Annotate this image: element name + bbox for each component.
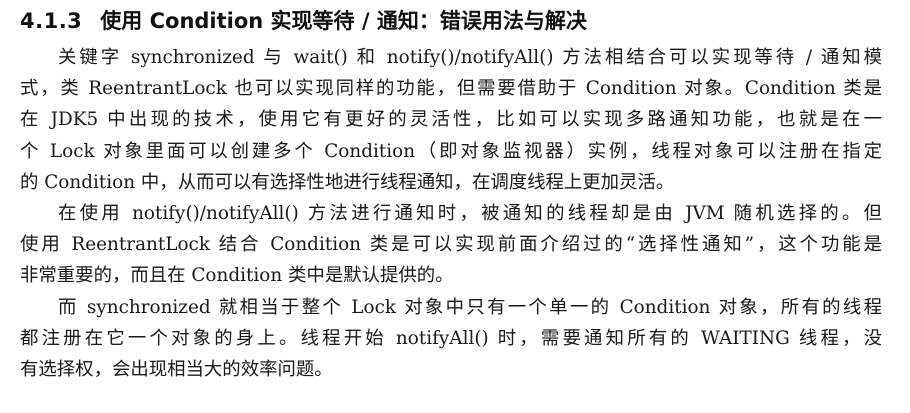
section-number: 4.1.3 [20, 9, 83, 33]
section-heading: 4.1.3 使用 Condition 实现等待 / 通知：错误用法与解决 [20, 4, 587, 38]
paragraph: 而 synchronized 就相当于整个 Lock 对象中只有一个单一的 Co… [20, 292, 882, 386]
text-line: 都注册在它一个对象的身上。线程开始 notifyAll() 时，需要通知所有的 … [20, 327, 882, 349]
text-line: 的 Condition 中，从而可以有选择性地进行线程通知，在调度线程上更加灵活… [20, 171, 675, 193]
body-text: 关键字 synchronized 与 wait() 和 notify()/not… [20, 42, 882, 385]
text-line: 在使用 notify()/notifyAll() 方法进行通知时，被通知的线程却… [58, 202, 882, 224]
document-page: 4.1.3 使用 Condition 实现等待 / 通知：错误用法与解决 关键字 … [0, 0, 910, 413]
text-line: 而 synchronized 就相当于整个 Lock 对象中只有一个单一的 Co… [58, 296, 882, 318]
text-line: 使用 ReentrantLock 结合 Condition 类是可以实现前面介绍… [20, 234, 882, 256]
text-line: 式，类 ReentrantLock 也可以实现同样的功能，但需要借助于 Cond… [20, 78, 882, 100]
text-line: 有选择权，会出现相当大的效率问题。 [20, 358, 333, 380]
text-line: 关键字 synchronized 与 wait() 和 notify()/not… [58, 47, 882, 68]
section-title: 使用 Condition 实现等待 / 通知：错误用法与解决 [100, 9, 587, 33]
paragraph: 在使用 notify()/notifyAll() 方法进行通知时，被通知的线程却… [20, 198, 882, 292]
text-line: 在 JDK5 中出现的技术，使用它有更好的灵活性，比如可以实现多路通知功能，也就… [20, 109, 882, 131]
text-line: 非常重要的，而且在 Condition 类中是默认提供的。 [20, 265, 454, 287]
paragraph: 关键字 synchronized 与 wait() 和 notify()/not… [20, 42, 882, 198]
text-line: 个 Lock 对象里面可以创建多个 Condition（即对象监视器）实例，线程… [20, 140, 882, 162]
